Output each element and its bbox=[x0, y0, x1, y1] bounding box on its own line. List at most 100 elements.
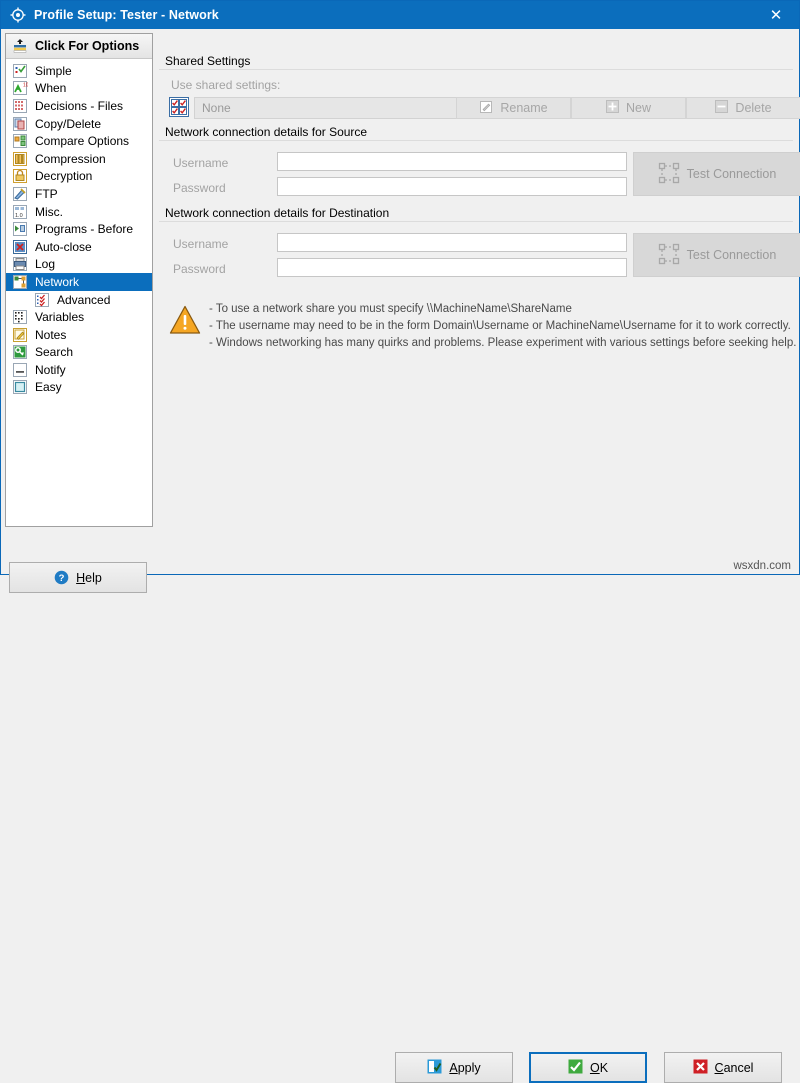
destination-password-input[interactable] bbox=[277, 258, 627, 277]
shared-settings-label: Shared Settings bbox=[163, 54, 254, 68]
window-title: Profile Setup: Tester - Network bbox=[34, 8, 219, 22]
sidebar-item-label: Auto-close bbox=[35, 240, 92, 254]
group-divider-line bbox=[159, 69, 793, 70]
easy-icon bbox=[12, 379, 28, 395]
advanced-list-icon bbox=[34, 292, 50, 308]
ok-button-label: OK bbox=[590, 1061, 608, 1075]
new-button-label: New bbox=[626, 101, 651, 115]
destination-test-connection-button[interactable]: Test Connection bbox=[633, 233, 800, 277]
apply-button-label: Apply bbox=[449, 1061, 480, 1075]
apply-button[interactable]: Apply bbox=[395, 1052, 513, 1083]
destination-username-input[interactable] bbox=[277, 233, 627, 252]
sidebar-item-variables[interactable]: Variables bbox=[6, 308, 152, 326]
source-password-label: Password bbox=[173, 181, 226, 195]
rename-button-label: Rename bbox=[500, 101, 547, 115]
sidebar-item-label: Log bbox=[35, 257, 55, 271]
sidebar-item-label: Programs - Before bbox=[35, 222, 133, 236]
sidebar-nav-list: Simple 10 When Decisions - Files Copy/Delete… bbox=[6, 59, 152, 526]
auto-close-icon bbox=[12, 239, 28, 255]
when-calendar-icon: 10 bbox=[12, 80, 28, 96]
main-panel: Shared Settings Use shared settings: bbox=[157, 29, 799, 574]
destination-password-label: Password bbox=[173, 262, 226, 276]
group-divider-line bbox=[159, 221, 793, 222]
compression-icon bbox=[12, 151, 28, 167]
close-icon[interactable]: ✕ bbox=[753, 1, 799, 29]
svg-text:1.0: 1.0 bbox=[15, 213, 23, 219]
minus-icon bbox=[715, 100, 728, 116]
sidebar-item-ftp[interactable]: FTP bbox=[6, 185, 152, 203]
sidebar-item-log[interactable]: Log bbox=[6, 256, 152, 274]
warning-text-lines: - To use a network share you must specif… bbox=[209, 301, 796, 352]
group-divider-line bbox=[159, 140, 793, 141]
watermark: wsxdn.com bbox=[733, 560, 791, 572]
sidebar-item-easy[interactable]: Easy bbox=[6, 379, 152, 397]
source-group-label: Network connection details for Source bbox=[163, 125, 371, 139]
sidebar-item-advanced[interactable]: Advanced bbox=[6, 291, 152, 309]
ok-button[interactable]: OK bbox=[529, 1052, 647, 1083]
warning-triangle-icon bbox=[169, 305, 201, 340]
rename-button[interactable]: Rename bbox=[456, 97, 571, 119]
ok-accel: O bbox=[590, 1061, 600, 1075]
sidebar-item-search[interactable]: Search bbox=[6, 344, 152, 362]
misc-icon: 1.0 bbox=[12, 204, 28, 220]
options-stack-icon bbox=[12, 38, 28, 54]
options-sidebar: Click For Options Simple 10 When Decisions … bbox=[5, 33, 153, 527]
destination-username-label: Username bbox=[173, 237, 228, 251]
sidebar-item-label: Search bbox=[35, 345, 73, 359]
sidebar-item-label: Network bbox=[35, 275, 79, 289]
sidebar-item-notes[interactable]: Notes bbox=[6, 326, 152, 344]
sidebar-item-compression[interactable]: Compression bbox=[6, 150, 152, 168]
apply-accel: A bbox=[449, 1061, 457, 1075]
window-body: Click For Options Simple 10 When Decisions … bbox=[1, 29, 799, 574]
sidebar-item-programs-before[interactable]: Programs - Before bbox=[6, 220, 152, 238]
source-test-connection-button[interactable]: Test Connection bbox=[633, 152, 800, 196]
cancel-button[interactable]: Cancel bbox=[664, 1052, 782, 1083]
use-shared-settings-label: Use shared settings: bbox=[171, 78, 280, 92]
close-glyph: ✕ bbox=[770, 8, 783, 23]
source-username-input[interactable] bbox=[277, 152, 627, 171]
sidebar-item-label: Compare Options bbox=[35, 134, 129, 148]
decisions-grid-icon bbox=[12, 98, 28, 114]
source-password-input[interactable] bbox=[277, 177, 627, 196]
svg-text:10: 10 bbox=[23, 83, 28, 89]
new-button[interactable]: New bbox=[571, 97, 686, 119]
click-for-options-header[interactable]: Click For Options bbox=[6, 34, 152, 59]
warning-line-1: - To use a network share you must specif… bbox=[209, 301, 796, 318]
destination-test-connection-label: Test Connection bbox=[687, 248, 777, 262]
source-connection-group: Network connection details for Source Us… bbox=[159, 132, 793, 205]
sidebar-item-label: When bbox=[35, 81, 66, 95]
copy-delete-icon bbox=[12, 116, 28, 132]
sidebar-item-misc[interactable]: 1.0Misc. bbox=[6, 203, 152, 221]
sidebar-item-simple[interactable]: Simple bbox=[6, 62, 152, 80]
footer-button-bar: Apply OK Cancel bbox=[1, 519, 799, 574]
variables-icon bbox=[12, 309, 28, 325]
app-gear-icon bbox=[10, 7, 26, 23]
notify-icon bbox=[12, 362, 28, 378]
notes-icon bbox=[12, 327, 28, 343]
pencil-icon bbox=[479, 100, 493, 117]
shared-settings-combo[interactable]: None ▼ bbox=[194, 97, 480, 119]
sidebar-item-label: Advanced bbox=[57, 293, 110, 307]
sidebar-item-label: Variables bbox=[35, 310, 84, 324]
delete-button[interactable]: Delete bbox=[686, 97, 800, 119]
sidebar-item-auto-close[interactable]: Auto-close bbox=[6, 238, 152, 256]
source-test-connection-label: Test Connection bbox=[687, 167, 777, 181]
programs-before-icon bbox=[12, 221, 28, 237]
sidebar-item-copy-delete[interactable]: Copy/Delete bbox=[6, 115, 152, 133]
network-nodes-icon bbox=[658, 243, 680, 268]
sidebar-item-label: FTP bbox=[35, 187, 58, 201]
delete-button-label: Delete bbox=[735, 101, 771, 115]
sidebar-item-decryption[interactable]: Decryption bbox=[6, 168, 152, 186]
sidebar-item-label: Notify bbox=[35, 363, 66, 377]
destination-connection-group: Network connection details for Destinati… bbox=[159, 213, 793, 286]
apply-icon bbox=[427, 1059, 442, 1077]
sidebar-item-network[interactable]: Network bbox=[6, 273, 152, 291]
destination-group-label: Network connection details for Destinati… bbox=[163, 206, 393, 220]
sidebar-item-compare-options[interactable]: Compare Options bbox=[6, 132, 152, 150]
ok-rest: K bbox=[600, 1061, 608, 1075]
sidebar-item-notify[interactable]: Notify bbox=[6, 361, 152, 379]
cancel-accel: C bbox=[715, 1061, 724, 1075]
sidebar-item-when[interactable]: 10 When bbox=[6, 80, 152, 98]
sidebar-item-decisions-files[interactable]: Decisions - Files bbox=[6, 97, 152, 115]
sidebar-item-label: Decisions - Files bbox=[35, 99, 123, 113]
